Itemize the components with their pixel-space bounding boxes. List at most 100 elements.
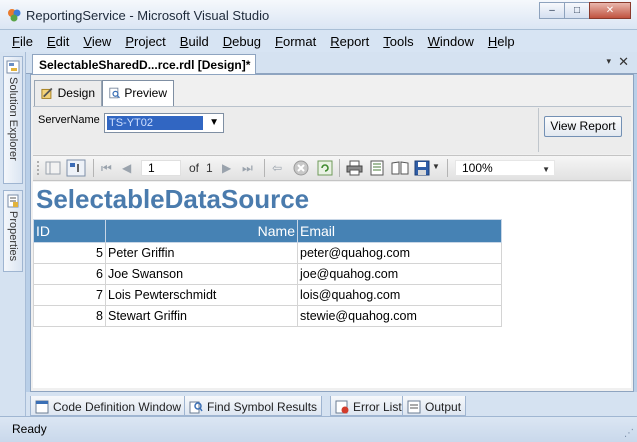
current-page-input[interactable]: 1 bbox=[141, 160, 181, 176]
toolbar-divider bbox=[264, 159, 265, 177]
menu-edit[interactable]: Edit bbox=[47, 34, 69, 49]
preview-icon bbox=[109, 87, 120, 99]
refresh-icon[interactable] bbox=[317, 160, 333, 176]
cell-name: Stewart Griffin bbox=[105, 305, 298, 327]
parameter-divider bbox=[538, 108, 539, 152]
cell-id: 6 bbox=[33, 263, 106, 285]
design-icon bbox=[41, 87, 53, 99]
chevron-down-icon: ▼ bbox=[542, 165, 550, 174]
menu-project[interactable]: Project bbox=[125, 34, 165, 49]
menu-file[interactable]: File bbox=[12, 34, 33, 49]
back-icon[interactable]: ⇦ bbox=[272, 161, 282, 175]
menu-report[interactable]: Report bbox=[330, 34, 369, 49]
window-controls: – □ ✕ bbox=[539, 2, 631, 20]
tab-code-definition[interactable]: Code Definition Window bbox=[30, 396, 187, 416]
close-button[interactable]: ✕ bbox=[589, 2, 631, 19]
tab-find-symbol[interactable]: Find Symbol Results bbox=[184, 396, 323, 416]
menu-window[interactable]: Window bbox=[428, 34, 474, 49]
menu-bar: File Edit View Project Build Debug Forma… bbox=[0, 30, 637, 52]
export-save-icon[interactable] bbox=[414, 160, 430, 176]
tab-preview-label: Preview bbox=[124, 86, 167, 100]
previous-page-icon[interactable]: ◀ bbox=[122, 161, 131, 175]
solution-explorer-icon bbox=[6, 60, 20, 74]
column-header-id: ID bbox=[33, 219, 106, 243]
tab-code-definition-label: Code Definition Window bbox=[53, 399, 182, 414]
print-layout-icon[interactable] bbox=[369, 160, 385, 176]
menu-view[interactable]: View bbox=[83, 34, 111, 49]
document-tab[interactable]: SelectableSharedD...rce.rdl [Design]* bbox=[32, 54, 256, 75]
menu-build[interactable]: Build bbox=[180, 34, 209, 49]
page-setup-icon[interactable] bbox=[391, 160, 409, 176]
find-symbol-icon bbox=[189, 401, 203, 413]
cell-email: lois@quahog.com bbox=[297, 284, 502, 306]
maximize-button[interactable]: □ bbox=[564, 2, 590, 19]
column-header-name: Name bbox=[105, 219, 298, 243]
status-text: Ready bbox=[12, 422, 47, 436]
total-pages-label: 1 bbox=[206, 161, 213, 175]
zoom-value: 100% bbox=[462, 161, 493, 175]
error-list-icon bbox=[335, 400, 349, 413]
solution-explorer-tab[interactable]: Solution Explorer bbox=[3, 56, 23, 184]
view-report-button[interactable]: View Report bbox=[544, 116, 622, 137]
cell-email: peter@quahog.com bbox=[297, 242, 502, 264]
tab-error-list-label: Error List bbox=[353, 399, 402, 414]
menu-debug[interactable]: Debug bbox=[223, 34, 261, 49]
resize-grip-icon[interactable]: ⋰ bbox=[624, 428, 634, 439]
toolbar-divider bbox=[339, 159, 340, 177]
table-row: 6 Joe Swanson joe@quahog.com bbox=[33, 263, 502, 285]
window-title: ReportingService - Microsoft Visual Stud… bbox=[26, 8, 270, 23]
toolbar-divider bbox=[447, 159, 448, 177]
left-dock: Solution Explorer Properties bbox=[0, 52, 26, 416]
properties-tab[interactable]: Properties bbox=[3, 190, 23, 272]
tab-output-label: Output bbox=[425, 399, 462, 414]
tab-output[interactable]: Output bbox=[402, 396, 467, 416]
status-bar bbox=[0, 416, 637, 442]
solution-explorer-label: Solution Explorer bbox=[7, 77, 19, 161]
table-row: 7 Lois Pewterschmidt lois@quahog.com bbox=[33, 284, 502, 306]
cell-email: joe@quahog.com bbox=[297, 263, 502, 285]
code-definition-icon bbox=[35, 400, 49, 413]
report-table: ID Name Email 5 Peter Griffin peter@quah… bbox=[33, 219, 502, 327]
print-icon[interactable] bbox=[346, 160, 363, 176]
menu-tools[interactable]: Tools bbox=[383, 34, 413, 49]
server-name-label: ServerName bbox=[38, 114, 100, 126]
menu-help[interactable]: Help bbox=[488, 34, 515, 49]
cell-id: 8 bbox=[33, 305, 106, 327]
tab-find-symbol-label: Find Symbol Results bbox=[207, 399, 318, 414]
last-page-icon[interactable]: ⏭ bbox=[242, 161, 253, 176]
page-of-label: of bbox=[189, 161, 200, 175]
next-page-icon[interactable]: ▶ bbox=[222, 161, 231, 175]
stop-icon[interactable] bbox=[293, 160, 309, 176]
cell-id: 7 bbox=[33, 284, 106, 306]
toolbar-grip-icon bbox=[37, 161, 39, 175]
export-dropdown-icon[interactable]: ▼ bbox=[432, 162, 440, 171]
column-header-email: Email bbox=[297, 219, 502, 243]
cell-name: Lois Pewterschmidt bbox=[105, 284, 298, 306]
output-icon bbox=[407, 400, 421, 413]
server-name-value: TS-YT02 bbox=[106, 115, 204, 131]
tab-design[interactable]: Design bbox=[34, 80, 102, 106]
table-row: 8 Stewart Griffin stewie@quahog.com bbox=[33, 305, 502, 327]
tab-design-label: Design bbox=[57, 86, 95, 100]
document-tab-strip: SelectableSharedD...rce.rdl [Design]* ▾ … bbox=[26, 52, 637, 75]
tab-error-list[interactable]: Error List bbox=[330, 396, 407, 416]
menu-format[interactable]: Format bbox=[275, 34, 316, 49]
parent-report-icon[interactable] bbox=[66, 159, 86, 177]
table-row: 5 Peter Griffin peter@quahog.com bbox=[33, 242, 502, 264]
document-map-icon[interactable] bbox=[45, 160, 61, 176]
cell-name: Joe Swanson bbox=[105, 263, 298, 285]
zoom-select[interactable]: 100% ▼ bbox=[455, 160, 555, 176]
server-name-dropdown[interactable]: TS-YT02 ▼ bbox=[104, 113, 224, 133]
first-page-icon[interactable]: ⏮ bbox=[101, 161, 112, 176]
report-title: SelectableDataSource bbox=[36, 184, 310, 214]
tab-preview[interactable]: Preview bbox=[102, 80, 174, 106]
cell-email: stewie@quahog.com bbox=[297, 305, 502, 327]
properties-icon bbox=[7, 194, 19, 208]
table-header-row: ID Name Email bbox=[33, 219, 502, 243]
minimize-button[interactable]: – bbox=[539, 2, 565, 19]
visual-studio-icon bbox=[8, 9, 21, 22]
document-close-icon[interactable]: ✕ bbox=[618, 54, 629, 70]
document-list-dropdown-icon[interactable]: ▾ bbox=[606, 56, 611, 67]
properties-label: Properties bbox=[7, 211, 19, 262]
chevron-down-icon: ▼ bbox=[209, 117, 219, 128]
